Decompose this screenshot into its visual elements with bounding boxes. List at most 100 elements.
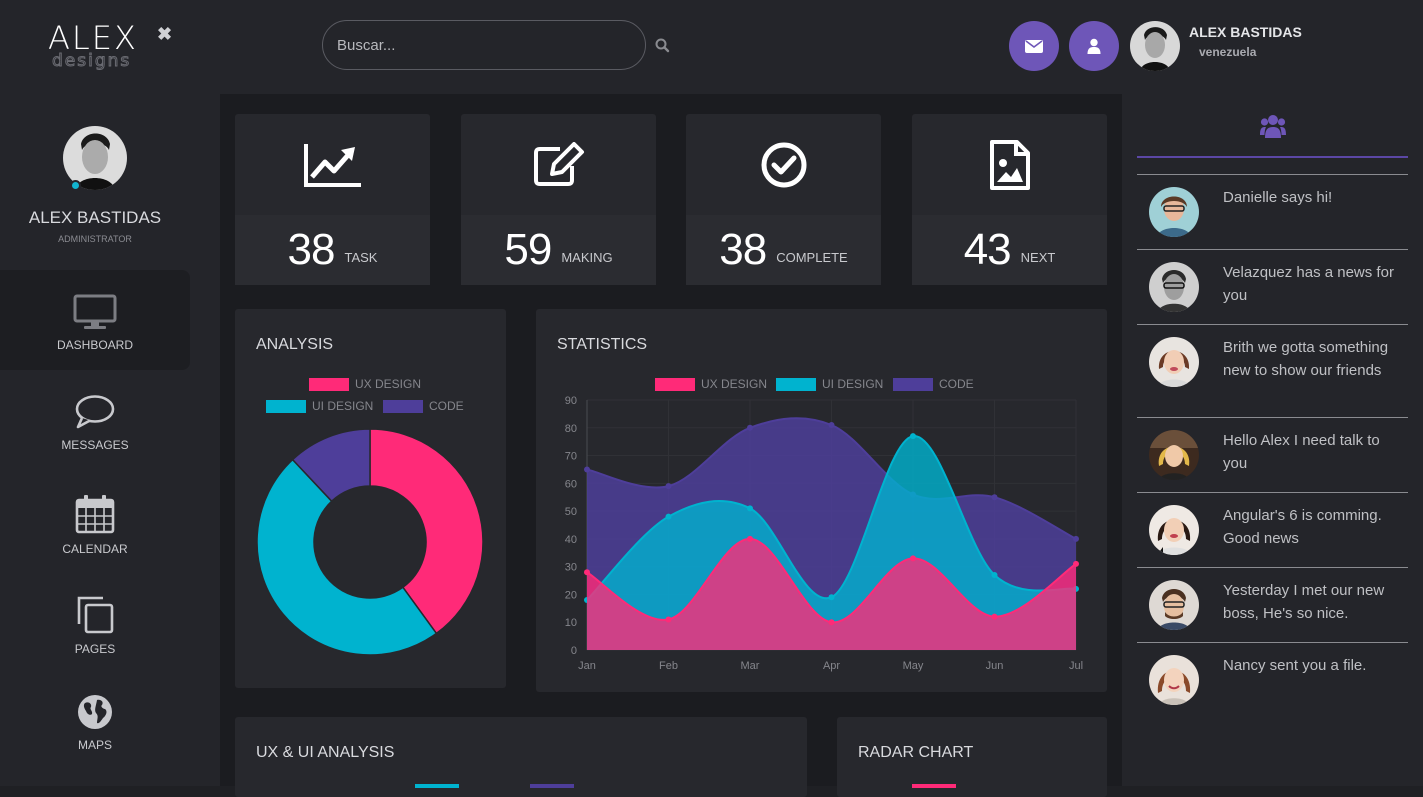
users-icon[interactable]: [1260, 114, 1286, 138]
stat-card-making[interactable]: 59 MAKING: [461, 114, 656, 285]
data-point[interactable]: [747, 535, 753, 542]
uxui-analysis-card: UX & UI ANALYSIS: [235, 717, 807, 797]
divider: [1137, 249, 1408, 250]
message-text[interactable]: Yesterday I met our new boss, He's so ni…: [1223, 580, 1403, 625]
message-text[interactable]: Nancy sent you a file.: [1223, 655, 1403, 678]
avatar[interactable]: [1130, 21, 1180, 71]
data-point[interactable]: [747, 505, 753, 512]
y-tick-label: 20: [565, 589, 577, 601]
donut-chart: [256, 428, 484, 656]
divider: [1137, 492, 1408, 493]
envelope-icon: [1025, 39, 1043, 53]
avatar[interactable]: [1149, 187, 1199, 237]
nav-item-maps[interactable]: MAPS: [0, 670, 190, 770]
pages-icon: [77, 596, 114, 634]
avatar[interactable]: [1149, 505, 1199, 555]
data-point[interactable]: [910, 433, 916, 440]
profile-role: ADMINISTRATOR: [58, 234, 132, 244]
user-icon: [1087, 38, 1101, 54]
radar-chart-card: RADAR CHART: [837, 717, 1107, 797]
nav-item-dashboard[interactable]: DASHBOARD: [0, 270, 190, 370]
y-tick-label: 70: [565, 451, 577, 463]
avatar[interactable]: [1149, 262, 1199, 312]
data-point[interactable]: [747, 424, 753, 431]
y-tick-label: 90: [565, 395, 577, 407]
brand-logo[interactable]: ALEX designs: [48, 22, 158, 76]
area-chart: 0 10 20 30 40 50 60 70 80 90 Jan Feb Mar Apr May Jun Jul: [565, 395, 1083, 672]
message-text[interactable]: Danielle says hi!: [1223, 187, 1403, 210]
x-tick-label: Feb: [659, 660, 678, 672]
data-point[interactable]: [991, 572, 998, 578]
avatar[interactable]: [1149, 337, 1199, 387]
divider: [1137, 567, 1408, 568]
chat-panel: Danielle says hi! Velazquez has a news f…: [1122, 94, 1423, 786]
card-title: RADAR CHART: [858, 744, 974, 761]
data-point[interactable]: [828, 422, 835, 428]
chat-bubble-icon: [75, 395, 115, 429]
stat-label: COMPLETE: [776, 249, 848, 265]
search-icon[interactable]: [655, 38, 670, 53]
profile-name: ALEX BASTIDAS: [28, 208, 162, 227]
edit-icon: [533, 141, 584, 186]
avatar[interactable]: [1149, 655, 1199, 705]
nav-item-pages[interactable]: PAGES: [0, 570, 190, 670]
data-point[interactable]: [1073, 535, 1079, 542]
calendar-icon: [75, 495, 115, 534]
top-bar: ALEX designs ✖ ALEX BASTIDAS venezuela: [0, 0, 1423, 94]
message-text[interactable]: Brith we gotta something new to show our…: [1223, 337, 1403, 382]
data-point[interactable]: [1073, 560, 1079, 567]
divider: [1137, 324, 1408, 325]
data-point[interactable]: [828, 619, 835, 626]
search-input[interactable]: [322, 20, 646, 70]
message-text[interactable]: Velazquez has a news for you: [1223, 262, 1403, 307]
stat-value: 59: [504, 225, 552, 274]
avatar[interactable]: [1149, 580, 1199, 630]
profile-button[interactable]: [1069, 21, 1119, 71]
user-country: venezuela: [1199, 45, 1257, 59]
legend-swatch: [415, 784, 459, 788]
nav-label: MESSAGES: [61, 438, 129, 452]
message-text[interactable]: Hello Alex I need talk to you: [1223, 430, 1403, 475]
logo-sub-text: designs: [51, 51, 132, 71]
x-tick-label: Jul: [1069, 660, 1083, 672]
image-file-icon: [989, 139, 1030, 190]
avatar[interactable]: [1149, 430, 1199, 480]
stat-card-task[interactable]: 38 TASK: [235, 114, 430, 285]
data-point[interactable]: [665, 483, 672, 490]
divider: [1137, 417, 1408, 418]
card-title: UX & UI ANALYSIS: [256, 744, 395, 761]
nav-label: PAGES: [74, 642, 116, 656]
messages-button[interactable]: [1009, 21, 1059, 71]
nav-item-calendar[interactable]: CALENDAR: [0, 470, 190, 570]
tab-underline: [1137, 156, 1408, 158]
main-content: 38 TASK 59 MAKING 38 COMPLETE 43 NEXT AN…: [220, 94, 1122, 797]
y-tick-label: 30: [565, 562, 577, 574]
close-sidebar-icon[interactable]: ✖: [157, 24, 172, 45]
y-tick-label: 80: [565, 423, 577, 435]
x-tick-label: Mar: [741, 660, 760, 672]
y-tick-label: 0: [571, 645, 577, 657]
legend-swatch: [530, 784, 574, 788]
data-point[interactable]: [828, 594, 835, 601]
data-point[interactable]: [991, 494, 998, 501]
data-point[interactable]: [584, 466, 590, 473]
data-point[interactable]: [910, 555, 916, 562]
data-point[interactable]: [991, 613, 998, 620]
data-point[interactable]: [665, 513, 672, 520]
nav-item-messages[interactable]: MESSAGES: [0, 370, 190, 470]
message-text[interactable]: Angular's 6 is comming. Good news: [1223, 505, 1403, 550]
logo-main-text: ALEX: [48, 19, 138, 57]
data-point[interactable]: [584, 569, 590, 576]
analysis-card: ANALYSIS UX DESIGN UI DESIGN CODE: [235, 309, 506, 688]
legend-swatch: [912, 784, 956, 788]
data-point[interactable]: [665, 616, 672, 623]
globe-icon: [78, 695, 112, 729]
stat-card-complete[interactable]: 38 COMPLETE: [686, 114, 881, 285]
y-tick-label: 40: [565, 534, 577, 546]
stat-card-next[interactable]: 43 NEXT: [912, 114, 1107, 285]
nav-label: MAPS: [77, 738, 112, 752]
check-circle-icon: [761, 142, 806, 187]
y-tick-label: 10: [565, 617, 577, 629]
sidebar: ALEX BASTIDAS ADMINISTRATOR DASHBOARD ME…: [0, 94, 220, 786]
online-status-indicator: [70, 180, 81, 191]
